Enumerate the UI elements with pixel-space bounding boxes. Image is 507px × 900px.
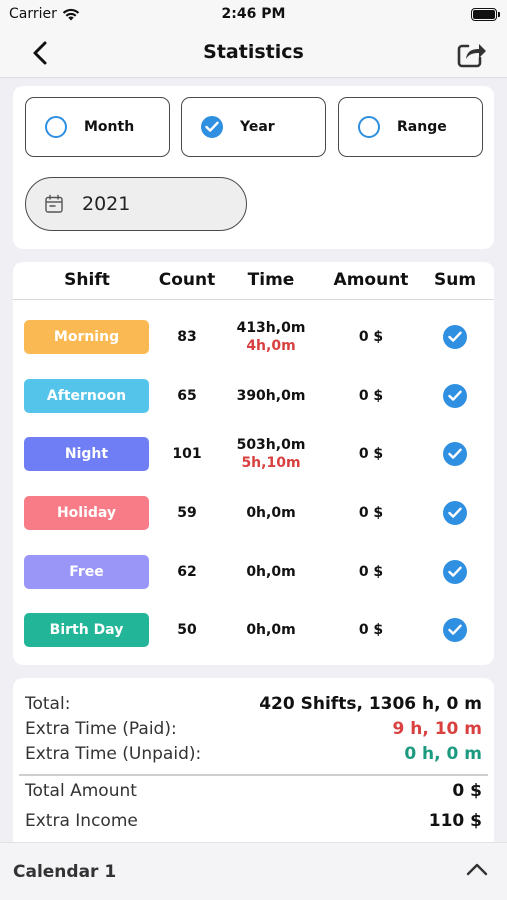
shift-time: 0h,0m bbox=[221, 608, 321, 652]
status-time: 2:46 PM bbox=[221, 6, 286, 22]
table-row: Morning 83 413h,0m 4h,0m 0 $ bbox=[13, 315, 494, 359]
shift-count: 101 bbox=[172, 446, 202, 462]
period-option-month[interactable]: Month bbox=[25, 97, 170, 157]
shift-count: 50 bbox=[177, 622, 197, 638]
period-option-label: Month bbox=[84, 119, 135, 135]
period-option-range[interactable]: Range bbox=[338, 97, 483, 157]
share-button[interactable] bbox=[455, 38, 489, 70]
shift-time: 0h,0m bbox=[221, 491, 321, 535]
checkmark-circle-icon bbox=[443, 560, 467, 584]
battery-icon bbox=[471, 8, 500, 21]
header-time: Time bbox=[247, 270, 295, 290]
extra-time-value: 4h,0m bbox=[246, 338, 296, 354]
time-value: 503h,0m bbox=[236, 437, 306, 453]
sum-toggle[interactable] bbox=[418, 374, 492, 418]
time-value: 0h,0m bbox=[246, 564, 296, 580]
extra-paid-label: Extra Time (Paid): bbox=[25, 719, 177, 739]
checkmark-circle-icon bbox=[443, 618, 467, 642]
shift-count: 65 bbox=[177, 388, 197, 404]
period-option-label: Year bbox=[240, 119, 275, 135]
radio-unchecked-icon bbox=[45, 116, 67, 138]
extra-income-line: Extra Income 110 $ bbox=[25, 809, 482, 833]
checkmark-circle-icon bbox=[443, 384, 467, 408]
table-row: Afternoon 65 390h,0m 0 $ bbox=[13, 374, 494, 418]
shift-amount: 0 $ bbox=[358, 446, 384, 462]
calendar-icon bbox=[45, 194, 63, 213]
shift-amount: 0 $ bbox=[358, 564, 384, 580]
time-value: 0h,0m bbox=[246, 622, 296, 638]
checkmark-circle-icon bbox=[443, 501, 467, 525]
shift-badge-morning: Morning bbox=[24, 320, 149, 354]
divider bbox=[19, 774, 488, 776]
extra-paid-line: Extra Time (Paid): 9 h, 10 m bbox=[25, 717, 482, 741]
sum-toggle[interactable] bbox=[418, 315, 492, 359]
sum-toggle[interactable] bbox=[418, 491, 492, 535]
calendar-selector[interactable]: Calendar 1 bbox=[0, 842, 507, 900]
extra-unpaid-value: 0 h, 0 m bbox=[404, 744, 482, 764]
shift-amount: 0 $ bbox=[358, 388, 384, 404]
shift-count: 62 bbox=[177, 564, 197, 580]
extra-income-value: 110 $ bbox=[428, 811, 482, 831]
checkmark-circle-icon bbox=[443, 442, 467, 466]
total-label: Total: bbox=[25, 694, 71, 714]
total-line: Total: 420 Shifts, 1306 h, 0 m bbox=[25, 692, 482, 716]
shift-amount: 0 $ bbox=[358, 329, 384, 345]
header-sum: Sum bbox=[433, 270, 477, 290]
shift-badge-afternoon: Afternoon bbox=[24, 379, 149, 413]
status-bar: Carrier 2:46 PM bbox=[0, 0, 507, 30]
table-row: Holiday 59 0h,0m 0 $ bbox=[13, 491, 494, 535]
sum-toggle[interactable] bbox=[418, 608, 492, 652]
extra-time-value: 5h,10m bbox=[241, 455, 301, 471]
chevron-up-icon[interactable] bbox=[465, 861, 489, 879]
header-amount: Amount bbox=[333, 270, 409, 290]
navigation-bar: Statistics bbox=[0, 30, 507, 78]
table-header: Shift Count Time Amount Sum bbox=[13, 262, 494, 300]
header-shift: Shift bbox=[64, 270, 110, 290]
table-row: Birth Day 50 0h,0m 0 $ bbox=[13, 608, 494, 652]
table-row: Night 101 503h,0m 5h,10m 0 $ bbox=[13, 432, 494, 476]
total-value: 420 Shifts, 1306 h, 0 m bbox=[259, 694, 482, 714]
shift-amount: 0 $ bbox=[358, 505, 384, 521]
total-amount-label: Total Amount bbox=[25, 781, 137, 801]
shift-count: 83 bbox=[177, 329, 197, 345]
period-option-year[interactable]: Year bbox=[181, 97, 326, 157]
shift-badge-free: Free bbox=[24, 555, 149, 589]
extra-unpaid-label: Extra Time (Unpaid): bbox=[25, 744, 202, 764]
shift-time: 413h,0m 4h,0m bbox=[221, 315, 321, 359]
shift-badge-night: Night bbox=[24, 437, 149, 471]
year-picker[interactable]: 2021 bbox=[25, 177, 247, 231]
calendar-name: Calendar 1 bbox=[13, 862, 117, 882]
shift-badge-holiday: Holiday bbox=[24, 496, 149, 530]
totals-card: Total: 420 Shifts, 1306 h, 0 m Extra Tim… bbox=[13, 678, 494, 848]
shift-amount: 0 $ bbox=[358, 622, 384, 638]
sum-toggle[interactable] bbox=[418, 550, 492, 594]
shift-count: 59 bbox=[177, 505, 197, 521]
radio-unchecked-icon bbox=[358, 116, 380, 138]
header-count: Count bbox=[158, 270, 216, 290]
total-amount-value: 0 $ bbox=[452, 781, 482, 801]
extra-income-label: Extra Income bbox=[25, 811, 138, 831]
total-amount-line: Total Amount 0 $ bbox=[25, 779, 482, 803]
time-value: 413h,0m bbox=[236, 320, 306, 336]
extra-paid-value: 9 h, 10 m bbox=[392, 719, 482, 739]
shift-time: 0h,0m bbox=[221, 550, 321, 594]
period-option-label: Range bbox=[397, 119, 447, 135]
checkmark-circle-icon bbox=[443, 325, 467, 349]
shift-time: 503h,0m 5h,10m bbox=[221, 432, 321, 476]
shift-badge-birthday: Birth Day bbox=[24, 613, 149, 647]
page-title: Statistics bbox=[203, 41, 304, 63]
shift-stats-table: Shift Count Time Amount Sum Morning 83 4… bbox=[13, 262, 494, 665]
shift-time: 390h,0m bbox=[221, 374, 321, 418]
share-icon bbox=[457, 44, 486, 68]
radio-checked-icon bbox=[201, 116, 223, 138]
time-value: 390h,0m bbox=[236, 388, 306, 404]
selected-year: 2021 bbox=[82, 193, 131, 215]
table-row: Free 62 0h,0m 0 $ bbox=[13, 550, 494, 594]
sum-toggle[interactable] bbox=[418, 432, 492, 476]
time-value: 0h,0m bbox=[246, 505, 296, 521]
period-card: Month Year Range 2021 bbox=[13, 86, 494, 249]
extra-unpaid-line: Extra Time (Unpaid): 0 h, 0 m bbox=[25, 742, 482, 766]
